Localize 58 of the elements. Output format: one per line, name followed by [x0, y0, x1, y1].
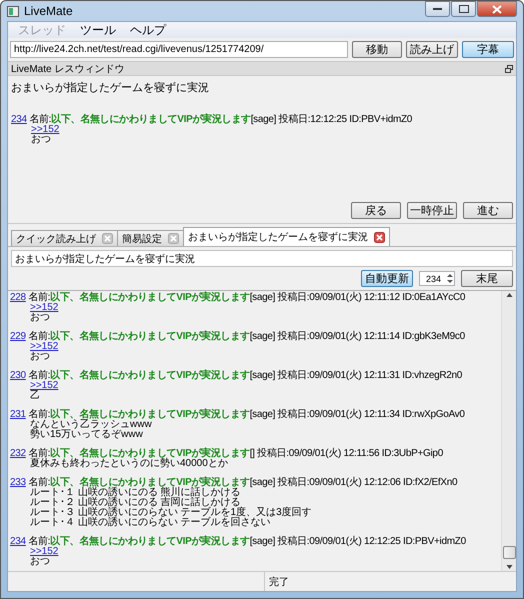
post-header: 231 名前:以下、名無しにかわりましてVIPが実況します[sage] 投稿日:09/09/01(火) 12:11:34 ID:rwXpGoAv0	[10, 410, 466, 420]
nav-button[interactable]: 進む	[463, 202, 513, 219]
thread-title-field[interactable]: おまいらが指定したゲームを寝ずに実況	[11, 250, 513, 267]
close-button[interactable]	[477, 1, 517, 17]
minimize-icon	[433, 8, 442, 10]
reply-link[interactable]: >>152	[30, 381, 58, 391]
scroll-down-icon[interactable]	[506, 563, 512, 571]
post-text: ルート･３ 山咲の誘いにのらない テーブルを1度、又は3度回す	[30, 508, 312, 518]
post-header: 234 名前:以下、名無しにかわりましてVIPが実況します[sage] 投稿日:12:12:25 ID:PBV+idmZ0	[11, 115, 414, 125]
minimize-button[interactable]	[425, 1, 450, 17]
nav-button[interactable]: 戻る	[351, 202, 401, 219]
reply-link[interactable]: >>152	[30, 342, 58, 352]
tab[interactable]: おまいらが指定したゲームを寝ずに実況	[183, 227, 390, 246]
maximize-button[interactable]	[451, 1, 476, 17]
reply-link[interactable]: >>152	[30, 303, 58, 313]
panel-title: LiveMate レスウィンドウ	[11, 62, 124, 76]
reply-link[interactable]: >>152	[31, 125, 60, 135]
close-icon	[492, 4, 502, 14]
thread-title: おまいらが指定したゲームを寝ずに実況	[11, 80, 209, 95]
post-header: 228 名前:以下、名無しにかわりましてVIPが実況します[sage] 投稿日:09/09/01(火) 12:11:12 ID:0Ea1AYcC0	[10, 293, 466, 303]
nav-button[interactable]: 一時停止	[407, 202, 457, 219]
maximize-icon	[458, 5, 468, 13]
toolbar-button[interactable]: 字幕	[462, 41, 514, 58]
tab[interactable]: クイック読み上げ	[11, 230, 118, 246]
post-header: 230 名前:以下、名無しにかわりましてVIPが実況します[sage] 投稿日:09/09/01(火) 12:11:31 ID:vhzegR2n0	[10, 371, 464, 381]
menu-item[interactable]: ツール	[76, 22, 120, 38]
post-header: 233 名前:以下、名無しにかわりましてVIPが実況します[sage] 投稿日:09/09/01(火) 12:12:06 ID:fX2/EfXn0	[10, 478, 458, 488]
toolbar-button[interactable]: 読み上げ	[406, 41, 458, 58]
menu-item[interactable]: ヘルプ	[126, 22, 170, 38]
toolbar-button[interactable]: 移動	[352, 41, 402, 58]
post-header: 234 名前:以下、名無しにかわりましてVIPが実況します[sage] 投稿日:09/09/01(火) 12:12:25 ID:PBV+idmZ0	[10, 537, 467, 547]
post-text: ルート･１ 山咲の誘いにのる 熊川に話しかける	[30, 488, 241, 498]
end-button[interactable]: 末尾	[461, 270, 513, 287]
auto-update-button[interactable]: 自動更新	[361, 270, 413, 287]
res-number-spinner[interactable]: 234	[419, 271, 455, 286]
status-text: 完了	[264, 572, 289, 591]
post-text: おつ	[30, 557, 50, 567]
float-icon[interactable]	[505, 64, 513, 72]
scroll-thumb[interactable]	[502, 546, 516, 559]
post-text: おつ	[31, 135, 51, 145]
post-text: ルート･２ 山咲の誘いにのる 吉岡に話しかける	[30, 498, 241, 508]
post-text: なんという乙ラッシュwww	[30, 420, 152, 430]
scroll-up-icon[interactable]	[506, 291, 512, 299]
url-field[interactable]: http://live24.2ch.net/test/read.cgi/livevenus/1251774209/	[10, 41, 348, 58]
post-text: おつ	[30, 352, 50, 362]
post-text: 夏休みも終わったというのに勢い40000とか	[30, 459, 228, 469]
app-icon	[7, 6, 19, 16]
post-text: 勢い15万いってるぞwww	[30, 430, 143, 440]
post-text: 乙	[30, 391, 40, 401]
reply-link[interactable]: >>152	[30, 547, 58, 557]
scrollbar[interactable]	[501, 291, 516, 571]
tab[interactable]: 簡易設定	[117, 230, 184, 246]
window-title: LiveMate	[24, 4, 73, 18]
post-header: 232 名前:以下、名無しにかわりましてVIPが実況します[] 投稿日:09/09/01(火) 12:11:56 ID:3UbP+Gip0	[10, 449, 444, 459]
post-header: 229 名前:以下、名無しにかわりましてVIPが実況します[sage] 投稿日:09/09/01(火) 12:11:14 ID:gbK3eM9c0	[10, 332, 466, 342]
close-icon[interactable]	[374, 232, 385, 242]
post-text: ルート･４ 山咲の誘いにのらない テーブルを回さない	[30, 518, 271, 528]
post-text: おつ	[30, 313, 50, 323]
